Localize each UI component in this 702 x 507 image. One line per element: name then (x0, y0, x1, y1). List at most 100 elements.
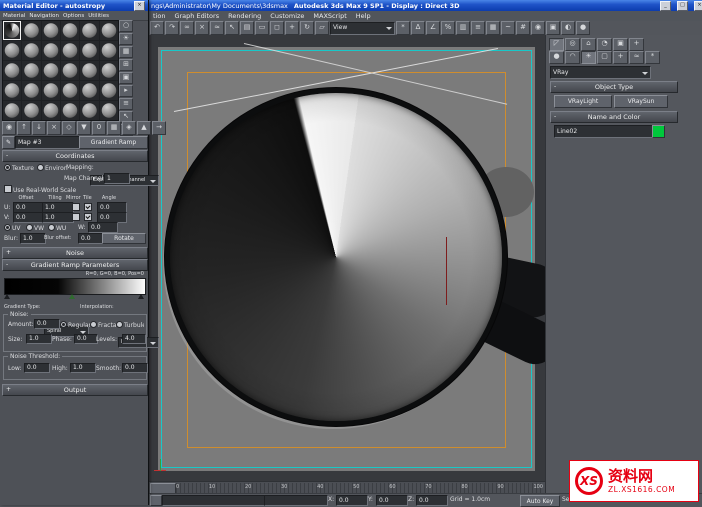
curve-editor-icon[interactable]: ~ (501, 21, 515, 35)
select-move-icon[interactable]: + (285, 21, 299, 35)
high-spinner[interactable]: 1.0 (70, 363, 96, 373)
material-sample-slot[interactable] (80, 61, 99, 80)
selection-region-icon[interactable]: ▭ (255, 21, 269, 35)
rotate-button[interactable]: Rotate (102, 233, 146, 244)
status-prompt-field[interactable] (162, 495, 268, 506)
material-sample-slot[interactable] (41, 81, 60, 100)
options-icon[interactable]: ≡ (119, 98, 133, 110)
material-sample-slot[interactable] (3, 101, 22, 120)
material-sample-slot[interactable] (22, 21, 41, 40)
regular-radio[interactable]: Regular (60, 321, 91, 329)
category-helpers[interactable]: + (613, 51, 628, 64)
output-rollout[interactable]: + Output (2, 384, 148, 396)
turbulence-radio[interactable]: Turbulence (116, 321, 144, 329)
blur-offset-spinner[interactable]: 0.0 (78, 233, 104, 244)
viewport[interactable] (148, 35, 565, 481)
snap-toggle-icon[interactable]: ∆ (411, 21, 425, 35)
environ-radio[interactable]: Environ (37, 164, 68, 172)
category-spacewarps[interactable]: ≈ (629, 51, 644, 64)
gradient-ramp-bar[interactable] (4, 278, 146, 295)
material-sample-slot[interactable] (99, 41, 118, 60)
tab-hierarchy[interactable]: ⌂ (581, 38, 596, 51)
make-unique-icon[interactable]: ◇ (62, 121, 76, 135)
material-sample-slot[interactable] (41, 61, 60, 80)
put-material-icon[interactable]: ↑ (17, 121, 31, 135)
reference-coordsys-dropdown[interactable]: View (330, 21, 395, 35)
material-editor-close-button[interactable]: × (134, 0, 145, 11)
sample-type-icon[interactable]: ○ (119, 20, 133, 32)
gradient-ramp-rollout[interactable]: - Gradient Ramp Parameters (2, 259, 148, 271)
tab-motion[interactable]: ◔ (597, 38, 612, 51)
x-coordinate-field[interactable]: 0.0 (336, 495, 368, 506)
gradient-flag[interactable] (138, 294, 144, 299)
use-real-world-checkbox[interactable]: Use Real-World Scale (4, 185, 76, 194)
menu-item-rendering[interactable]: Rendering (228, 12, 261, 20)
material-sample-slot[interactable] (22, 41, 41, 60)
smooth-spinner[interactable]: 0.0 (122, 363, 148, 373)
me-menu-options[interactable]: Options (63, 13, 84, 19)
put-to-library-icon[interactable]: ▼ (77, 121, 91, 135)
minimize-button[interactable]: _ (660, 0, 671, 11)
material-sample-slot[interactable] (61, 81, 80, 100)
bind-spacewarp-icon[interactable]: ≈ (210, 21, 224, 35)
material-sample-slot[interactable] (41, 41, 60, 60)
percent-snap-icon[interactable]: % (441, 21, 455, 35)
me-menu-navigation[interactable]: Navigation (29, 13, 59, 19)
vraysun-button[interactable]: VRaySun (614, 95, 668, 108)
assign-material-icon[interactable]: ↓ (32, 121, 46, 135)
material-sample-slot[interactable] (61, 41, 80, 60)
angle-snap-icon[interactable]: ∠ (426, 21, 440, 35)
name-color-rollout[interactable]: - Name and Color (550, 111, 678, 123)
go-to-sibling-icon[interactable]: → (152, 121, 166, 135)
v-tile-checkbox[interactable] (84, 213, 92, 221)
gradient-flag[interactable] (4, 294, 10, 299)
material-sample-slot[interactable] (3, 41, 22, 60)
undo-icon[interactable]: ↶ (150, 21, 164, 35)
texture-radio[interactable]: Texture (4, 164, 34, 172)
reset-map-icon[interactable]: × (47, 121, 61, 135)
size-spinner[interactable]: 1.0 (26, 334, 52, 344)
render-setup-icon[interactable]: ▣ (546, 21, 560, 35)
material-sample-slot[interactable] (80, 101, 99, 120)
material-sample-slot[interactable] (41, 101, 60, 120)
y-coordinate-field[interactable]: 0.0 (376, 495, 408, 506)
material-sample-slot[interactable] (80, 41, 99, 60)
maximize-button[interactable]: □ (677, 0, 688, 11)
z-coordinate-field[interactable]: 0.0 (416, 495, 448, 506)
align-icon[interactable]: ≡ (471, 21, 485, 35)
layer-manager-icon[interactable]: ▦ (486, 21, 500, 35)
category-cameras[interactable]: ▢ (597, 51, 612, 64)
cylinder-object[interactable] (164, 87, 508, 427)
material-type-button[interactable]: Gradient Ramp (79, 136, 148, 149)
get-material-icon[interactable]: ◉ (2, 121, 16, 135)
levels-spinner[interactable]: 4.0 (122, 334, 146, 344)
schematic-view-icon[interactable]: # (516, 21, 530, 35)
main-title-bar[interactable]: ngs\Administrator\My Documents\3dsmax Au… (148, 0, 702, 11)
object-name-field[interactable]: Line02 (554, 125, 656, 138)
material-sample-slot[interactable] (3, 61, 22, 80)
material-sample-slot[interactable] (41, 21, 60, 40)
v-mirror-checkbox[interactable] (72, 213, 80, 221)
quick-render-icon[interactable]: ● (576, 21, 590, 35)
material-sample-slot[interactable] (61, 21, 80, 40)
window-crossing-icon[interactable]: ◻ (270, 21, 284, 35)
select-link-icon[interactable]: ∞ (180, 21, 194, 35)
material-sample-slot[interactable] (22, 81, 41, 100)
select-scale-icon[interactable]: ▱ (315, 21, 329, 35)
show-map-viewport-icon[interactable]: ▦ (107, 121, 121, 135)
material-editor-icon[interactable]: ◉ (531, 21, 545, 35)
vraylight-button[interactable]: VRayLight (554, 95, 612, 108)
tab-utilities[interactable]: + (629, 38, 644, 51)
redo-icon[interactable]: ↷ (165, 21, 179, 35)
material-id-icon[interactable]: 0 (92, 121, 106, 135)
object-color-swatch[interactable] (652, 125, 665, 138)
vw-radio[interactable]: VW (26, 224, 44, 232)
menu-item-help[interactable]: Help (356, 12, 371, 20)
menu-item-customize[interactable]: Customize (270, 12, 304, 20)
material-sample-slot[interactable] (61, 61, 80, 80)
material-sample-slot[interactable] (99, 61, 118, 80)
material-sample-slot[interactable] (99, 101, 118, 120)
go-to-parent-icon[interactable]: ▲ (137, 121, 151, 135)
mini-listener-button[interactable] (150, 495, 162, 506)
backlight-icon[interactable]: ☀ (119, 33, 133, 45)
